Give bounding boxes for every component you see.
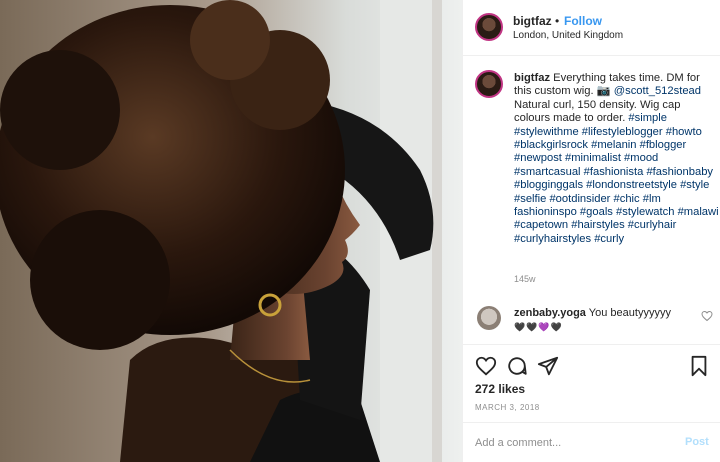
post-comment-button[interactable]: Post: [685, 436, 709, 448]
bookmark-icon[interactable]: [689, 355, 709, 377]
comment-text: zenbaby.yoga You beautyyyyyy 🖤🖤💜🖤: [514, 306, 704, 334]
like-count[interactable]: 272 likes: [475, 382, 525, 396]
comment-input[interactable]: [475, 433, 665, 453]
comment-body: You beautyyyyyy: [588, 307, 671, 319]
caption-text: bigtfaz Everything takes time. DM for th…: [514, 72, 719, 246]
comment-emoji: 🖤🖤💜🖤: [514, 322, 563, 332]
caption-emoji: 📷: [596, 85, 611, 98]
post-panel: bigtfaz • Follow London, United Kingdom …: [462, 0, 720, 462]
post-photo[interactable]: [0, 0, 462, 462]
caption-username[interactable]: bigtfaz: [514, 72, 550, 84]
post-header: bigtfaz • Follow London, United Kingdom: [463, 0, 720, 56]
caption-avatar[interactable]: [475, 70, 503, 98]
commenter-username[interactable]: zenbaby.yoga: [514, 307, 586, 319]
comment-like-icon[interactable]: [701, 310, 713, 322]
post-date: MARCH 3, 2018: [475, 403, 540, 412]
separator-dot: •: [555, 14, 560, 28]
share-icon[interactable]: [537, 355, 559, 377]
follow-button[interactable]: Follow: [564, 14, 602, 28]
portrait-image: [0, 0, 462, 462]
heart-icon[interactable]: [475, 355, 497, 377]
add-comment-bar: Post: [463, 422, 720, 462]
comment-item: zenbaby.yoga You beautyyyyyy 🖤🖤💜🖤: [463, 300, 720, 340]
author-username[interactable]: bigtfaz: [513, 14, 552, 28]
caption-mention[interactable]: @scott_512stead: [614, 85, 701, 97]
comment-icon[interactable]: [506, 355, 528, 377]
commenter-avatar[interactable]: [477, 306, 501, 330]
caption-hashtags[interactable]: #simple #stylewithme #lifestyleblogger #…: [514, 112, 719, 245]
caption-time: 145w: [514, 274, 536, 284]
caption-block: bigtfaz Everything takes time. DM for th…: [463, 64, 720, 304]
post-location[interactable]: London, United Kingdom: [513, 30, 623, 41]
author-avatar[interactable]: [475, 13, 503, 41]
